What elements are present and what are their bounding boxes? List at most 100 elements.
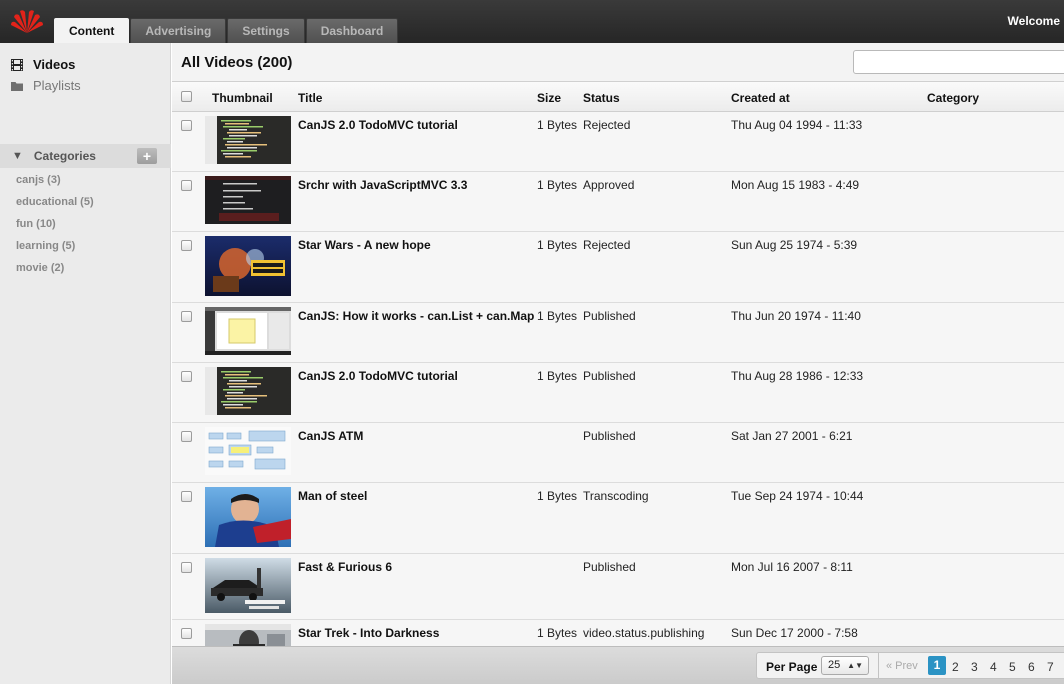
sidebar-nav: Videos Playlists xyxy=(0,43,170,96)
table-row[interactable]: Srchr with JavaScriptMVC 3.3 1 Bytes App… xyxy=(172,172,1064,232)
main-tabs: Content Advertising Settings Dashboard xyxy=(54,18,399,44)
video-title[interactable]: Star Trek - Into Darkness xyxy=(298,626,439,640)
video-status: Published xyxy=(583,429,636,443)
video-created-at: Sun Dec 17 2000 - 7:58 xyxy=(731,626,858,640)
top-bar: Content Advertising Settings Dashboard W… xyxy=(0,0,1064,44)
category-item[interactable]: educational (5) xyxy=(16,195,94,217)
video-status: Published xyxy=(583,560,636,574)
video-created-at: Mon Aug 15 1983 - 4:49 xyxy=(731,178,860,192)
video-thumbnail[interactable] xyxy=(205,624,291,646)
video-title[interactable]: Fast & Furious 6 xyxy=(298,560,392,574)
per-page-label: Per Page xyxy=(766,660,818,674)
category-item[interactable]: learning (5) xyxy=(16,239,94,261)
table-row[interactable]: CanJS 2.0 TodoMVC tutorial 1 Bytes Rejec… xyxy=(172,112,1064,172)
row-checkbox[interactable] xyxy=(181,120,192,131)
video-title[interactable]: Star Wars - A new hope xyxy=(298,238,431,252)
video-size: 1 Bytes xyxy=(537,178,578,192)
video-thumbnail[interactable] xyxy=(205,558,291,613)
video-thumbnail[interactable] xyxy=(205,487,291,547)
tab-dashboard[interactable]: Dashboard xyxy=(305,18,399,43)
row-checkbox[interactable] xyxy=(181,491,192,502)
per-page-value: 25 xyxy=(828,659,841,671)
page-title: All Videos (200) xyxy=(181,54,293,71)
video-status: Rejected xyxy=(583,238,631,252)
video-title[interactable]: Man of steel xyxy=(298,489,367,503)
page-link-5[interactable]: 5 xyxy=(1009,660,1016,674)
sidebar-item-label: Videos xyxy=(33,57,76,72)
sidebar-item-playlists[interactable]: Playlists xyxy=(0,75,170,96)
table-header: Thumbnail Title Size Status Created at C… xyxy=(172,82,1064,112)
video-size: 1 Bytes xyxy=(537,369,578,383)
select-all-checkbox[interactable] xyxy=(181,91,192,102)
tab-advertising[interactable]: Advertising xyxy=(130,18,227,43)
page-link-4[interactable]: 4 xyxy=(990,660,997,674)
page-link-6[interactable]: 6 xyxy=(1028,660,1035,674)
collapse-triangle-icon[interactable]: ▼ xyxy=(12,150,23,162)
column-size[interactable]: Size xyxy=(537,91,561,105)
video-thumbnail[interactable] xyxy=(205,367,291,415)
video-thumbnail[interactable] xyxy=(205,236,291,296)
tab-content[interactable]: Content xyxy=(54,18,130,44)
video-status: Published xyxy=(583,309,636,323)
video-thumbnail[interactable] xyxy=(205,116,291,164)
per-page-select[interactable]: 25 ▲▼ xyxy=(821,656,869,675)
video-title[interactable]: CanJS 2.0 TodoMVC tutorial xyxy=(298,369,458,383)
video-size: 1 Bytes xyxy=(537,118,578,132)
sidebar: Videos Playlists ▼ Categories + canjs (3… xyxy=(0,43,171,684)
table-row[interactable]: Fast & Furious 6 Published Mon Jul 16 20… xyxy=(172,554,1064,620)
add-category-button[interactable]: + xyxy=(137,148,157,164)
table-footer: Per Page 25 ▲▼ « Prev 1 2 3 4 5 6 7 xyxy=(172,646,1064,684)
row-checkbox[interactable] xyxy=(181,311,192,322)
video-title[interactable]: CanJS: How it works - can.List + can.Map xyxy=(298,309,534,323)
main-content: All Videos (200) Thumbnail Title Size St… xyxy=(172,43,1064,684)
row-checkbox[interactable] xyxy=(181,180,192,191)
row-checkbox[interactable] xyxy=(181,371,192,382)
welcome-text[interactable]: Welcome xyxy=(1008,14,1060,28)
table-row[interactable]: CanJS 2.0 TodoMVC tutorial 1 Bytes Publi… xyxy=(172,363,1064,423)
video-status: Approved xyxy=(583,178,635,192)
categories-header[interactable]: ▼ Categories + xyxy=(0,144,171,168)
video-created-at: Tue Sep 24 1974 - 10:44 xyxy=(731,489,864,503)
search-input[interactable] xyxy=(853,50,1064,74)
video-thumbnail[interactable] xyxy=(205,176,291,224)
column-status[interactable]: Status xyxy=(583,91,620,105)
video-created-at: Sun Aug 25 1974 - 5:39 xyxy=(731,238,858,252)
categories-label: Categories xyxy=(33,149,96,163)
plus-icon: + xyxy=(142,148,152,164)
video-status: Transcoding xyxy=(583,489,649,503)
tab-settings[interactable]: Settings xyxy=(227,18,305,43)
table-row[interactable]: CanJS ATM Published Sat Jan 27 2001 - 6:… xyxy=(172,423,1064,483)
column-category[interactable]: Category xyxy=(927,91,979,105)
table-row[interactable]: Star Trek - Into Darkness 1 Bytes video.… xyxy=(172,620,1064,646)
category-item[interactable]: fun (10) xyxy=(16,217,94,239)
video-status: Published xyxy=(583,369,636,383)
row-checkbox[interactable] xyxy=(181,628,192,639)
table-row[interactable]: Man of steel 1 Bytes Transcoding Tue Sep… xyxy=(172,483,1064,554)
huawei-logo-icon[interactable] xyxy=(10,8,44,34)
video-thumbnail[interactable] xyxy=(205,307,291,355)
column-created-at[interactable]: Created at xyxy=(731,91,790,105)
video-thumbnail[interactable] xyxy=(205,427,291,475)
page-link-2[interactable]: 2 xyxy=(952,660,959,674)
select-arrows-icon: ▲▼ xyxy=(847,661,863,670)
category-item[interactable]: movie (2) xyxy=(16,261,94,283)
video-size: 1 Bytes xyxy=(537,489,578,503)
page-link-1[interactable]: 1 xyxy=(928,656,946,675)
video-title[interactable]: Srchr with JavaScriptMVC 3.3 xyxy=(298,178,467,192)
page-link-3[interactable]: 3 xyxy=(971,660,978,674)
page-link-7[interactable]: 7 xyxy=(1047,660,1054,674)
sidebar-item-videos[interactable]: Videos xyxy=(0,54,170,75)
row-checkbox[interactable] xyxy=(181,240,192,251)
pagination-divider xyxy=(878,653,879,678)
video-title[interactable]: CanJS ATM xyxy=(298,429,363,443)
table-row[interactable]: Star Wars - A new hope 1 Bytes Rejected … xyxy=(172,232,1064,303)
video-created-at: Thu Jun 20 1974 - 11:40 xyxy=(731,309,861,323)
column-title[interactable]: Title xyxy=(298,91,322,105)
category-item[interactable]: canjs (3) xyxy=(16,173,94,195)
row-checkbox[interactable] xyxy=(181,431,192,442)
video-title[interactable]: CanJS 2.0 TodoMVC tutorial xyxy=(298,118,458,132)
row-checkbox[interactable] xyxy=(181,562,192,573)
column-thumbnail[interactable]: Thumbnail xyxy=(212,91,273,105)
prev-page-link[interactable]: « Prev xyxy=(886,660,918,672)
table-row[interactable]: CanJS: How it works - can.List + can.Map… xyxy=(172,303,1064,363)
